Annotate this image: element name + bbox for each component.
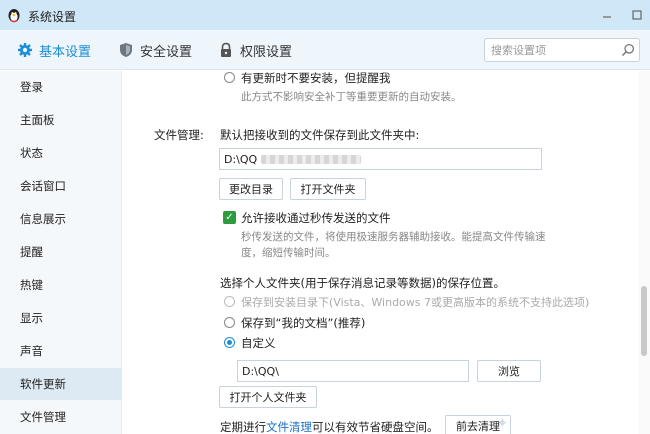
sidebar-item-label: 主面板: [20, 113, 55, 127]
update-notify-radio[interactable]: [224, 72, 235, 83]
sidebar-item-label: 文件管理: [20, 410, 66, 424]
sidebar-item-label: 显示: [20, 311, 43, 325]
sidebar-item-reminder[interactable]: 提醒: [0, 236, 121, 268]
watermark-logo: ✦: [496, 414, 512, 432]
sidebar-item-hotkeys[interactable]: 热键: [0, 269, 121, 301]
open-folder-button[interactable]: 打开文件夹: [290, 178, 366, 200]
sidebar-item-file-management[interactable]: 文件管理: [0, 401, 121, 433]
update-notify-desc: 此方式不影响安全补丁等重要更新的自动安装。: [241, 91, 462, 103]
penguin-logo-icon: [8, 9, 20, 23]
sidebar: 登录 主面板 状态 会话窗口 信息展示 提醒 热键 显示 声音 软件更新 文件管…: [0, 71, 122, 434]
sidebar-item-label: 声音: [20, 344, 43, 358]
sidebar-item-sound[interactable]: 声音: [0, 335, 121, 367]
minimize-icon[interactable]: [600, 8, 614, 22]
cleanup-text: 定期进行文件清理可以有效节省硬盘空间。: [220, 419, 439, 434]
sidebar-item-label: 登录: [20, 80, 43, 94]
tab-label: 基本设置: [39, 44, 92, 60]
blurred-path-segment: [261, 154, 362, 164]
scrollbar-thumb[interactable]: [641, 286, 647, 356]
save-my-docs-label: 保存到“我的文档”(推荐): [241, 316, 366, 330]
search-input[interactable]: [491, 42, 615, 58]
personal-folder-desc: 选择个人文件夹(用于保存消息记录等数据)的保存位置。: [220, 276, 505, 290]
sidebar-item-label: 软件更新: [20, 377, 66, 391]
cleanup-prefix: 定期进行: [220, 420, 266, 434]
sidebar-item-software-update[interactable]: 软件更新: [0, 368, 121, 400]
save-my-docs-radio[interactable]: [224, 317, 235, 328]
save-custom-radio[interactable]: [224, 337, 235, 348]
flash-transfer-label: 允许接收通过秒传发送的文件: [241, 211, 391, 225]
sidebar-item-chat-window[interactable]: 会话窗口: [0, 170, 121, 202]
save-install-dir-radio: [224, 296, 235, 307]
custom-path-field[interactable]: D:\QQ\: [237, 360, 469, 382]
file-cleanup-link[interactable]: 文件清理: [266, 420, 312, 434]
file-management-label: 文件管理:: [154, 128, 204, 142]
tab-permission-settings[interactable]: 权限设置: [218, 30, 292, 70]
gear-icon: [18, 43, 32, 57]
open-personal-folder-button[interactable]: 打开个人文件夹: [219, 386, 317, 408]
tab-security-settings[interactable]: 安全设置: [118, 30, 192, 70]
lock-icon: [221, 42, 231, 57]
sidebar-item-info-display[interactable]: 信息展示: [0, 203, 121, 235]
settings-content: 有更新时不要安装，但提醒我 此方式不影响安全补丁等重要更新的自动安装。 文件管理…: [123, 71, 638, 434]
window-title: 系统设置: [28, 10, 77, 24]
flash-transfer-checkbox[interactable]: ✓: [223, 211, 236, 224]
search-box: [484, 38, 640, 62]
sidebar-item-label: 会话窗口: [20, 179, 66, 193]
shield-icon: [120, 43, 132, 57]
sidebar-item-status[interactable]: 状态: [0, 137, 121, 169]
sidebar-item-label: 提醒: [20, 245, 43, 259]
tab-label: 权限设置: [240, 44, 293, 60]
save-install-dir-label: 保存到安装目录下(Vista、Windows 7或更高版本的系统不支持此选项): [241, 296, 590, 309]
search-icon[interactable]: [621, 43, 635, 57]
custom-path-value: D:\QQ\: [242, 364, 279, 378]
cleanup-suffix: 可以有效节省硬盘空间。: [312, 420, 439, 434]
title-bar: 系统设置: [0, 0, 650, 30]
save-path-value: D:\QQ: [224, 152, 258, 166]
tab-basic-settings[interactable]: 基本设置: [17, 30, 91, 70]
flash-transfer-desc-2: 度，缩短传输时间。: [241, 247, 336, 259]
sidebar-item-label: 状态: [20, 146, 43, 160]
update-notify-label: 有更新时不要安装，但提醒我: [241, 71, 391, 85]
tab-bar: 基本设置 安全设置 权限设置: [0, 30, 650, 70]
sidebar-item-login[interactable]: 登录: [0, 71, 121, 103]
tab-label: 安全设置: [140, 44, 193, 60]
maximize-icon[interactable]: [630, 8, 644, 22]
save-path-field[interactable]: D:\QQ: [219, 148, 542, 170]
change-directory-button[interactable]: 更改目录: [219, 178, 283, 200]
save-custom-label: 自定义: [241, 336, 276, 350]
sidebar-item-label: 热键: [20, 278, 43, 292]
sidebar-item-label: 信息展示: [20, 212, 66, 226]
browse-button[interactable]: 浏览: [477, 360, 541, 382]
vertical-scrollbar[interactable]: [638, 71, 650, 434]
sidebar-item-display[interactable]: 显示: [0, 302, 121, 334]
save-folder-desc: 默认把接收到的文件保存到此文件夹中:: [220, 128, 420, 142]
flash-transfer-desc-1: 秒传发送的文件，将使用极速服务器辅助接收。能提高文件传输速: [241, 231, 546, 243]
sidebar-item-main-panel[interactable]: 主面板: [0, 104, 121, 136]
